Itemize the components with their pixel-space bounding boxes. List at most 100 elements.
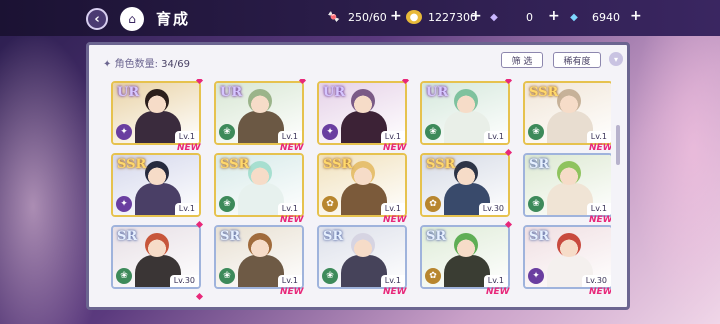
character-card[interactable]: SR ❀ Lv.1 [523,153,611,217]
character-card[interactable]: SSR ✿ Lv.1 [317,153,407,217]
level-label: Lv.1 [380,275,405,287]
rarity-badge: SSR [117,157,147,172]
rarity-badge: SSR [220,157,250,172]
rarity-badge: SSR [529,85,559,100]
scrollbar[interactable] [616,125,620,165]
back-button[interactable]: ‹ [86,8,108,30]
add-paid-gems-button[interactable]: + [630,8,642,24]
coins-display: ● 1227300 [406,10,477,24]
rarity-badge: UR [220,85,243,100]
character-card[interactable]: SR ❀ Lv.1 [214,225,304,289]
filter-button[interactable]: 筛 选 [501,52,543,68]
attribute-icon: ❀ [425,124,441,140]
level-label: Lv.1 [586,203,611,215]
attribute-icon: ✿ [425,268,441,284]
attribute-icon: ✦ [322,124,338,140]
character-head [351,89,375,113]
attribute-icon: ✦ [116,124,132,140]
character-card[interactable]: SR ❀ Lv.30 [111,225,201,289]
new-badge: NEW [280,143,304,153]
chevron-down-icon: ▾ [613,54,618,64]
character-head [351,161,375,185]
character-card[interactable]: UR ❀ Lv.1 [214,81,304,145]
character-head [557,233,581,257]
attribute-icon: ✦ [116,196,132,212]
character-card[interactable]: SSR ❀ Lv.1 [214,153,304,217]
attribute-icon: ✿ [322,196,338,212]
level-label: Lv.30 [169,275,199,287]
character-panel: ✦ 角色数量: 34/69 筛 选 稀有度 ▾ UR ✦ Lv.1 UR ❀ Lv.1 UR… [86,42,630,310]
add-gems-button[interactable]: + [548,8,560,24]
character-card[interactable]: SR ✦ Lv.30 [523,225,611,289]
page-title: 育成 [156,10,191,28]
gems-free-display: ◆ 0 [486,10,533,24]
new-badge: NEW [589,215,611,225]
level-label: Lv.1 [483,131,508,143]
home-button[interactable]: ⌂ [120,7,144,31]
new-badge: NEW [486,287,510,297]
attribute-icon: ❀ [219,268,235,284]
character-card[interactable]: UR ❀ Lv.1 [420,81,510,145]
new-badge: NEW [280,215,304,225]
character-head [145,233,169,257]
stamina-display: 🍬 250/60 [326,10,387,24]
level-label: Lv.1 [586,131,611,143]
level-label: Lv.1 [380,131,405,143]
level-label: Lv.1 [174,203,199,215]
character-head [557,161,581,185]
character-count: ✦ 角色数量: 34/69 [103,55,190,70]
level-label: Lv.30 [581,275,611,287]
sort-order-toggle[interactable]: ▾ [609,52,623,66]
new-badge: NEW [177,143,201,153]
rarity-badge: UR [426,85,449,100]
attribute-icon: ✿ [425,196,441,212]
candy-icon: 🍬 [327,11,341,23]
add-coins-button[interactable]: + [470,8,482,24]
character-card[interactable]: UR ✦ Lv.1 [317,81,407,145]
new-badge: NEW [383,287,407,297]
coin-icon: ● [406,10,422,24]
new-badge: NEW [589,143,611,153]
rarity-badge: SR [529,157,550,172]
rarity-badge: UR [323,85,346,100]
new-badge: NEW [280,287,304,297]
character-card[interactable]: SR ❀ Lv.1 [317,225,407,289]
character-card[interactable]: UR ✦ Lv.1 [111,81,201,145]
character-head [557,89,581,113]
gems-paid-value: 6940 [592,10,620,24]
character-card[interactable]: SSR ✿ Lv.30 [420,153,510,217]
attribute-icon: ✦ [528,268,544,284]
notification-dot [195,292,204,301]
rarity-badge: SR [529,229,550,244]
character-head [454,161,478,185]
gems-free-value: 0 [526,10,533,24]
level-label: Lv.30 [478,203,508,215]
character-head [248,233,272,257]
sort-rarity-button[interactable]: 稀有度 [553,52,601,68]
rarity-badge: SR [220,229,241,244]
diamond-icon: ◆ [570,11,578,23]
attribute-icon: ❀ [116,268,132,284]
rarity-badge: SR [323,229,344,244]
home-icon: ⌂ [128,12,136,26]
gems-paid-display: ◆ 6940 [566,10,620,24]
level-label: Lv.1 [277,131,302,143]
sparkle-icon: ✦ [103,59,112,70]
new-badge: NEW [383,143,407,153]
character-head [454,233,478,257]
new-badge: NEW [589,287,611,297]
count-value: 34/69 [161,59,190,70]
character-head [145,89,169,113]
rarity-badge: SSR [426,157,456,172]
rarity-badge: SR [426,229,447,244]
attribute-icon: ❀ [219,124,235,140]
attribute-icon: ❀ [322,268,338,284]
character-card[interactable]: SSR ❀ Lv.1 [523,81,611,145]
character-card[interactable]: SSR ✦ Lv.1 [111,153,201,217]
attribute-icon: ❀ [528,196,544,212]
attribute-icon: ❀ [528,124,544,140]
add-stamina-button[interactable]: + [390,8,402,24]
character-card[interactable]: SR ✿ Lv.1 [420,225,510,289]
level-label: Lv.1 [277,203,302,215]
level-label: Lv.1 [380,203,405,215]
